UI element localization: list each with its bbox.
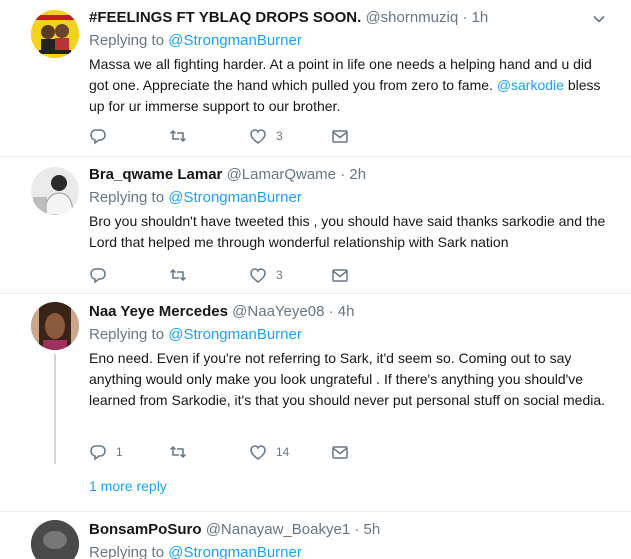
message-icon [332,446,348,459]
like-count: 14 [276,445,290,459]
chevron-down-icon[interactable] [592,12,606,26]
replying-to-link[interactable]: @StrongmanBurner [168,189,302,206]
message-icon [332,269,348,282]
tweet-text: Bro you shouldn't have tweeted this , yo… [89,213,606,250]
reply-count: 1 [116,445,123,459]
retweet-icon [169,445,187,459]
timestamp[interactable]: 4h [338,303,355,320]
replying-prefix: Replying to [89,326,165,343]
replying-to: Replying to @StrongmanBurner [89,325,613,345]
retweet-button[interactable] [169,126,187,146]
tweet-text: Massa we all fighting harder. At a point… [89,54,613,117]
timestamp[interactable]: 5h [364,521,381,538]
avatar[interactable] [31,302,79,350]
tweet-1[interactable]: #FEELINGS FT YBLAQ DROPS SOON. @shornmuz… [0,0,631,156]
thread-line [54,354,56,464]
message-icon [332,130,348,143]
reply-button[interactable]: 1 [89,442,123,462]
reply-icon [90,445,106,461]
timestamp[interactable]: 1h [472,9,489,26]
replying-to-link[interactable]: @StrongmanBurner [168,32,302,49]
like-icon [250,445,266,460]
direct-message-button[interactable] [331,442,349,462]
replies-feed: #FEELINGS FT YBLAQ DROPS SOON. @shornmuz… [0,0,631,559]
replying-to-link[interactable]: @StrongmanBurner [168,326,302,343]
reply-icon [90,268,106,284]
reply-button[interactable] [89,126,116,146]
tweet-4[interactable]: BonsamPoSuro @Nanayaw_Boakye1 · 5h Reply… [0,512,631,559]
replying-prefix: Replying to [89,189,165,206]
user-handle[interactable]: @LamarQwame [227,166,336,183]
tweet-2[interactable]: Bra_qwame Lamar @LamarQwame · 2h Replyin… [0,157,631,293]
like-count: 3 [276,268,283,282]
like-button[interactable]: 14 [249,442,289,462]
replying-to: Replying to @StrongmanBurner [89,543,613,559]
replying-prefix: Replying to [89,32,165,49]
like-icon [250,129,266,144]
separator-dot: · [462,9,468,26]
avatar[interactable] [31,167,79,215]
direct-message-button[interactable] [331,265,349,285]
avatar[interactable] [31,10,79,58]
tweet-3[interactable]: Naa Yeye Mercedes @NaaYeye08 · 4h Replyi… [0,294,631,508]
replying-to: Replying to @StrongmanBurner [89,188,613,208]
replying-to: Replying to @StrongmanBurner [89,31,613,51]
display-name[interactable]: #FEELINGS FT YBLAQ DROPS SOON. [89,9,361,26]
separator-dot: · [354,521,360,538]
display-name[interactable]: Naa Yeye Mercedes [89,303,228,320]
timestamp[interactable]: 2h [349,166,366,183]
show-more-replies-link[interactable]: 1 more reply [89,478,167,494]
reply-button[interactable] [89,265,116,285]
replying-prefix: Replying to [89,544,165,559]
like-button[interactable]: 3 [249,265,283,285]
reply-icon [90,129,106,145]
direct-message-button[interactable] [331,126,349,146]
tweet-text: Eno need. Even if you're not referring t… [89,350,606,408]
avatar[interactable] [31,520,79,559]
display-name[interactable]: BonsamPoSuro [89,521,202,538]
retweet-button[interactable] [169,442,187,462]
user-handle[interactable]: @Nanayaw_Boakye1 [206,521,350,538]
like-count: 3 [276,129,283,143]
user-handle[interactable]: @shornmuziq [365,9,458,26]
retweet-icon [169,129,187,143]
retweet-button[interactable] [169,265,187,285]
user-handle[interactable]: @NaaYeye08 [232,303,324,320]
separator-dot: · [328,303,334,320]
retweet-icon [169,268,187,282]
mention-link[interactable]: @sarkodie [497,77,564,93]
like-button[interactable]: 3 [249,126,283,146]
like-icon [250,268,266,283]
display-name[interactable]: Bra_qwame Lamar [89,166,222,183]
separator-dot: · [340,166,346,183]
replying-to-link[interactable]: @StrongmanBurner [168,544,302,559]
